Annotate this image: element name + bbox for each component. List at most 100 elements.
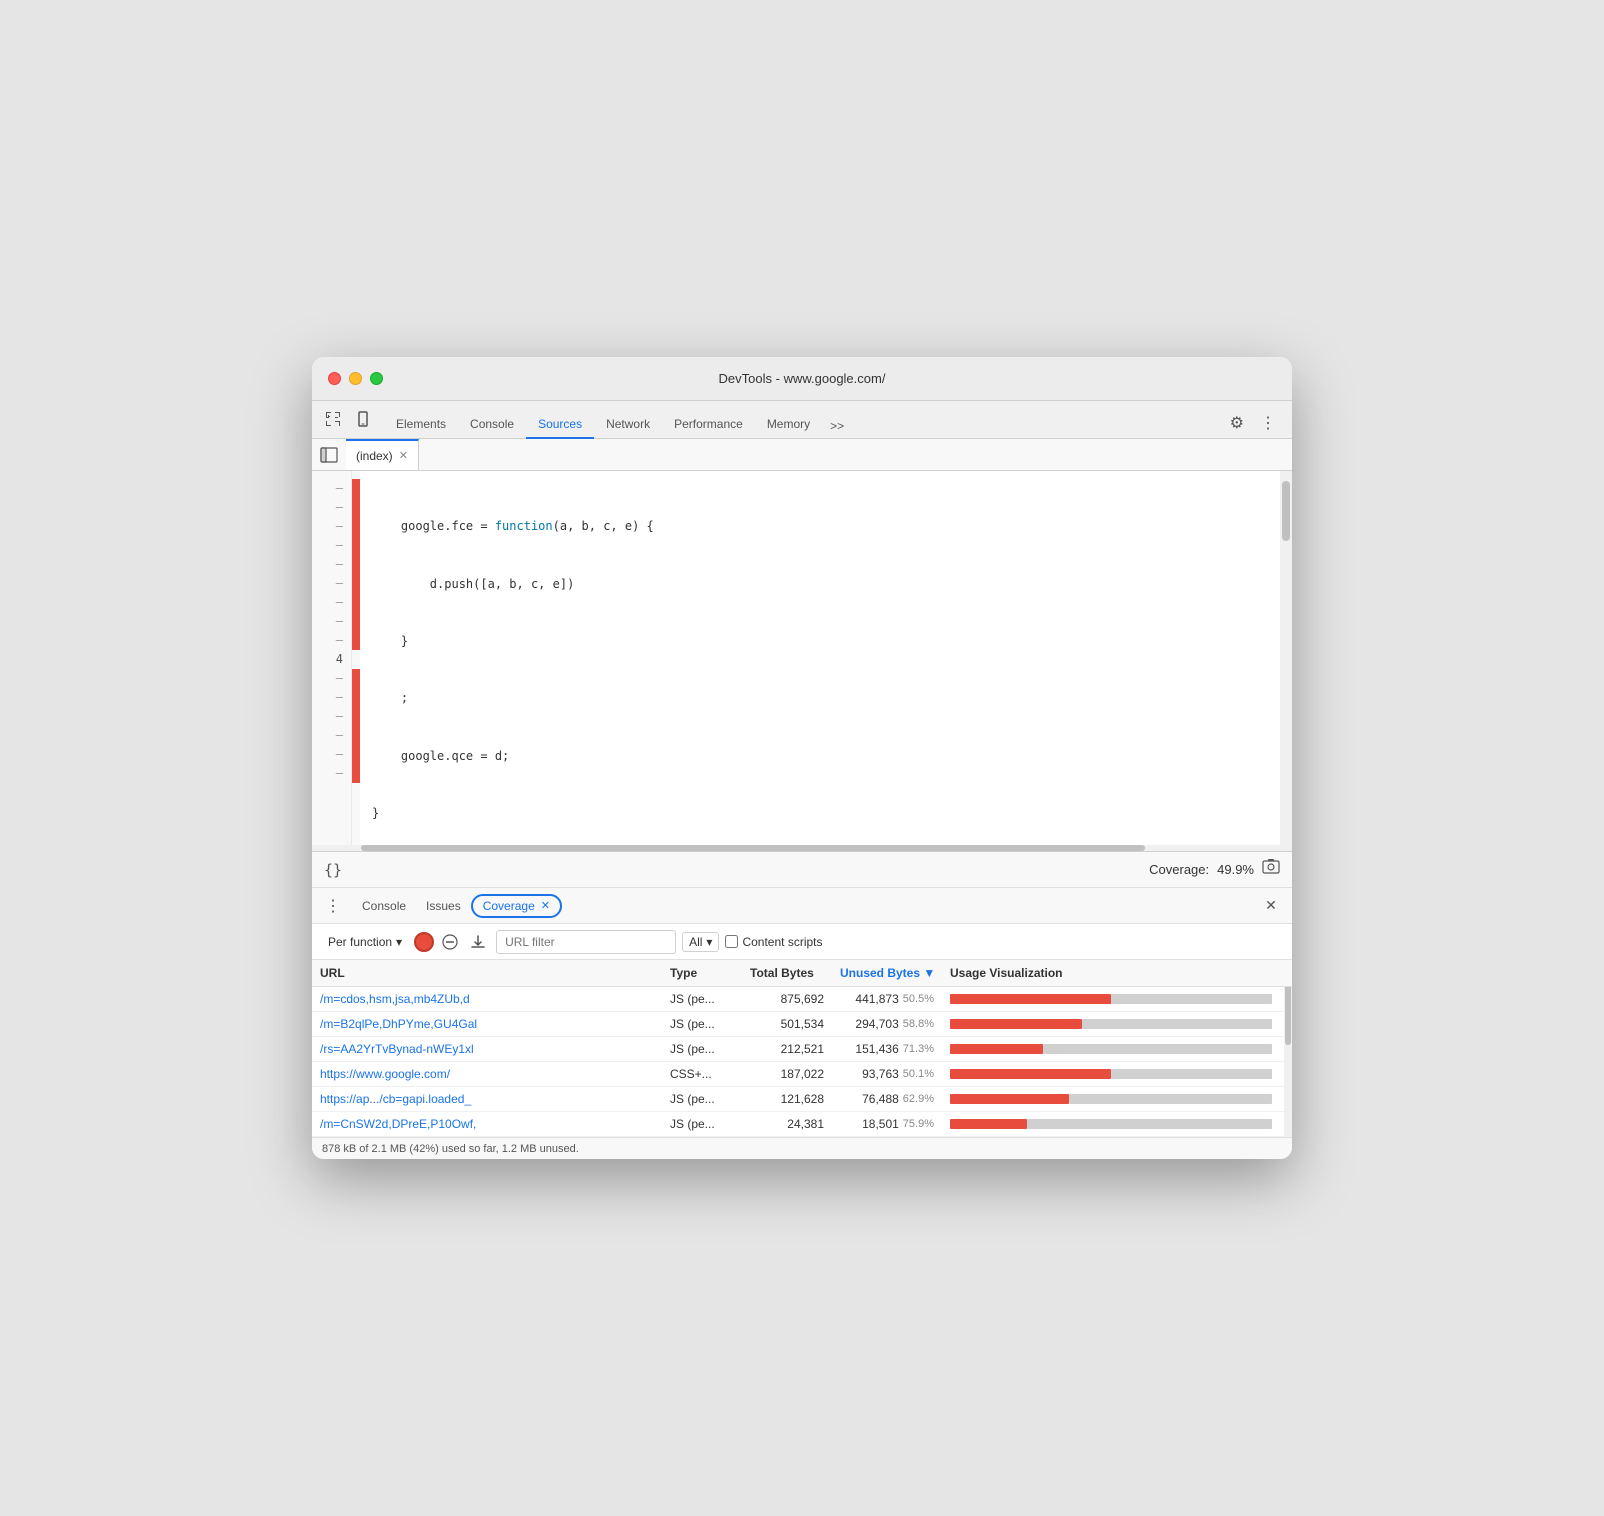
tab-panel-console[interactable]: Console [352,893,416,919]
line-num-11: – [312,669,351,688]
horizontal-scrollbar[interactable] [312,845,1292,851]
line-num-14: – [312,726,351,745]
per-function-label: Per function [328,935,392,949]
content-scripts-check[interactable] [725,935,738,948]
file-tab-index[interactable]: (index) ✕ [346,439,419,470]
traffic-lights [328,372,383,385]
line-num-4: – [312,536,351,555]
close-button[interactable] [328,372,341,385]
maximize-button[interactable] [370,372,383,385]
td-total-0: 875,692 [742,987,832,1011]
per-function-button[interactable]: Per function ▾ [322,932,408,952]
all-filter-label: All [689,935,702,949]
code-line-5: google.qce = d; [372,747,1280,766]
coverage-label: Coverage: [1149,862,1209,877]
td-type-3: CSS+... [662,1062,742,1086]
content-scripts-label: Content scripts [742,935,822,949]
td-url-4: https://ap.../cb=gapi.loaded_ [312,1087,662,1111]
all-filter-select[interactable]: All ▾ [682,932,719,952]
sidebar-toggle-button[interactable] [316,442,342,468]
cov-15 [352,745,360,764]
content-scripts-checkbox[interactable]: Content scripts [725,935,822,949]
td-type-5: JS (pe... [662,1112,742,1136]
cov-6 [352,574,360,593]
tab-memory[interactable]: Memory [755,411,822,439]
th-url: URL [312,960,662,986]
code-scroll-area[interactable]: – – – – – – – – – 4 – – – – – – [312,471,1292,845]
window-title: DevTools - www.google.com/ [719,371,886,386]
chevron-down-icon: ▾ [396,935,402,949]
td-total-1: 501,534 [742,1012,832,1036]
cursor-icon[interactable] [320,406,346,432]
td-total-5: 24,381 [742,1112,832,1136]
more-tabs-button[interactable]: >> [822,413,852,439]
line-num-2: – [312,498,351,517]
download-button[interactable] [466,930,490,954]
coverage-summary-header: {} Coverage: 49.9% [312,852,1292,888]
vertical-scrollbar[interactable] [1280,471,1292,851]
minimize-button[interactable] [349,372,362,385]
sort-icon: ▼ [923,966,935,980]
file-tab-name: (index) [356,449,393,463]
url-filter-input[interactable] [496,930,676,954]
td-type-0: JS (pe... [662,987,742,1011]
table-row[interactable]: /rs=AA2YrTvBynad-nWEy1xl JS (pe... 212,5… [312,1037,1292,1062]
td-url-0: /m=cdos,hsm,jsa,mb4ZUb,d [312,987,662,1011]
td-vis-4 [942,1087,1292,1111]
scrollbar-thumb [1282,481,1290,541]
line-num-9: – [312,631,351,650]
coverage-table[interactable]: URL Type Total Bytes Unused Bytes ▼ Usag… [312,960,1292,1137]
panel-menu-button[interactable]: ⋮ [320,893,346,919]
line-num-16: – [312,764,351,783]
th-usage-vis: Usage Visualization [942,960,1292,986]
devtools-icons [320,406,376,438]
tab-sources[interactable]: Sources [526,411,594,439]
td-total-3: 187,022 [742,1062,832,1086]
tab-performance[interactable]: Performance [662,411,755,439]
screenshot-button[interactable] [1262,858,1280,881]
td-unused-1: 294,703 58.8% [832,1012,942,1036]
mobile-icon[interactable] [350,406,376,432]
settings-button[interactable]: ⚙ [1222,407,1252,439]
tab-network[interactable]: Network [594,411,662,439]
cov-4 [352,536,360,555]
cov-14 [352,726,360,745]
td-type-2: JS (pe... [662,1037,742,1061]
cov-13 [352,707,360,726]
line-num-15: – [312,745,351,764]
tab-console[interactable]: Console [458,411,526,439]
curly-braces-icon: {} [324,861,342,879]
tab-elements[interactable]: Elements [384,411,458,439]
code-editor: – – – – – – – – – 4 – – – – – – [312,471,1292,851]
tab-panel-coverage[interactable]: Coverage ✕ [471,894,562,918]
coverage-toolbar: Per function ▾ All ▾ [312,924,1292,960]
td-unused-0: 441,873 50.5% [832,987,942,1011]
status-bar: 878 kB of 2.1 MB (42%) used so far, 1.2 … [312,1137,1292,1159]
line-num-3: – [312,517,351,536]
table-row[interactable]: /m=B2qlPe,DhPYme,GU4Gal JS (pe... 501,53… [312,1012,1292,1037]
line-num-12: – [312,688,351,707]
tab-panel-issues[interactable]: Issues [416,893,471,919]
record-button[interactable] [414,932,434,952]
table-row[interactable]: https://ap.../cb=gapi.loaded_ JS (pe... … [312,1087,1292,1112]
line-num-10: 4 [312,650,351,669]
td-type-1: JS (pe... [662,1012,742,1036]
td-url-3: https://www.google.com/ [312,1062,662,1086]
panel-close-button[interactable]: ✕ [1258,893,1284,919]
code-line-6: } [372,804,1280,823]
th-unused-bytes[interactable]: Unused Bytes ▼ [832,960,942,986]
td-type-4: JS (pe... [662,1087,742,1111]
clear-button[interactable] [440,932,460,952]
more-options-button[interactable]: ⋮ [1252,407,1284,439]
code-content: google.fce = function(a, b, c, e) { d.pu… [360,471,1292,845]
line-num-5: – [312,555,351,574]
devtools-tabbar: Elements Console Sources Network Perform… [312,401,1292,439]
table-row[interactable]: /m=cdos,hsm,jsa,mb4ZUb,d JS (pe... 875,6… [312,987,1292,1012]
file-tab-close-button[interactable]: ✕ [399,449,408,462]
code-line-2: d.push([a, b, c, e]) [372,575,1280,594]
table-row[interactable]: https://www.google.com/ CSS+... 187,022 … [312,1062,1292,1087]
coverage-tab-close[interactable]: ✕ [541,899,550,912]
table-row[interactable]: /m=CnSW2d,DPreE,P10Owf, JS (pe... 24,381… [312,1112,1292,1137]
table-body: /m=cdos,hsm,jsa,mb4ZUb,d JS (pe... 875,6… [312,987,1292,1137]
bottom-panel: {} Coverage: 49.9% ⋮ Console [312,851,1292,1159]
